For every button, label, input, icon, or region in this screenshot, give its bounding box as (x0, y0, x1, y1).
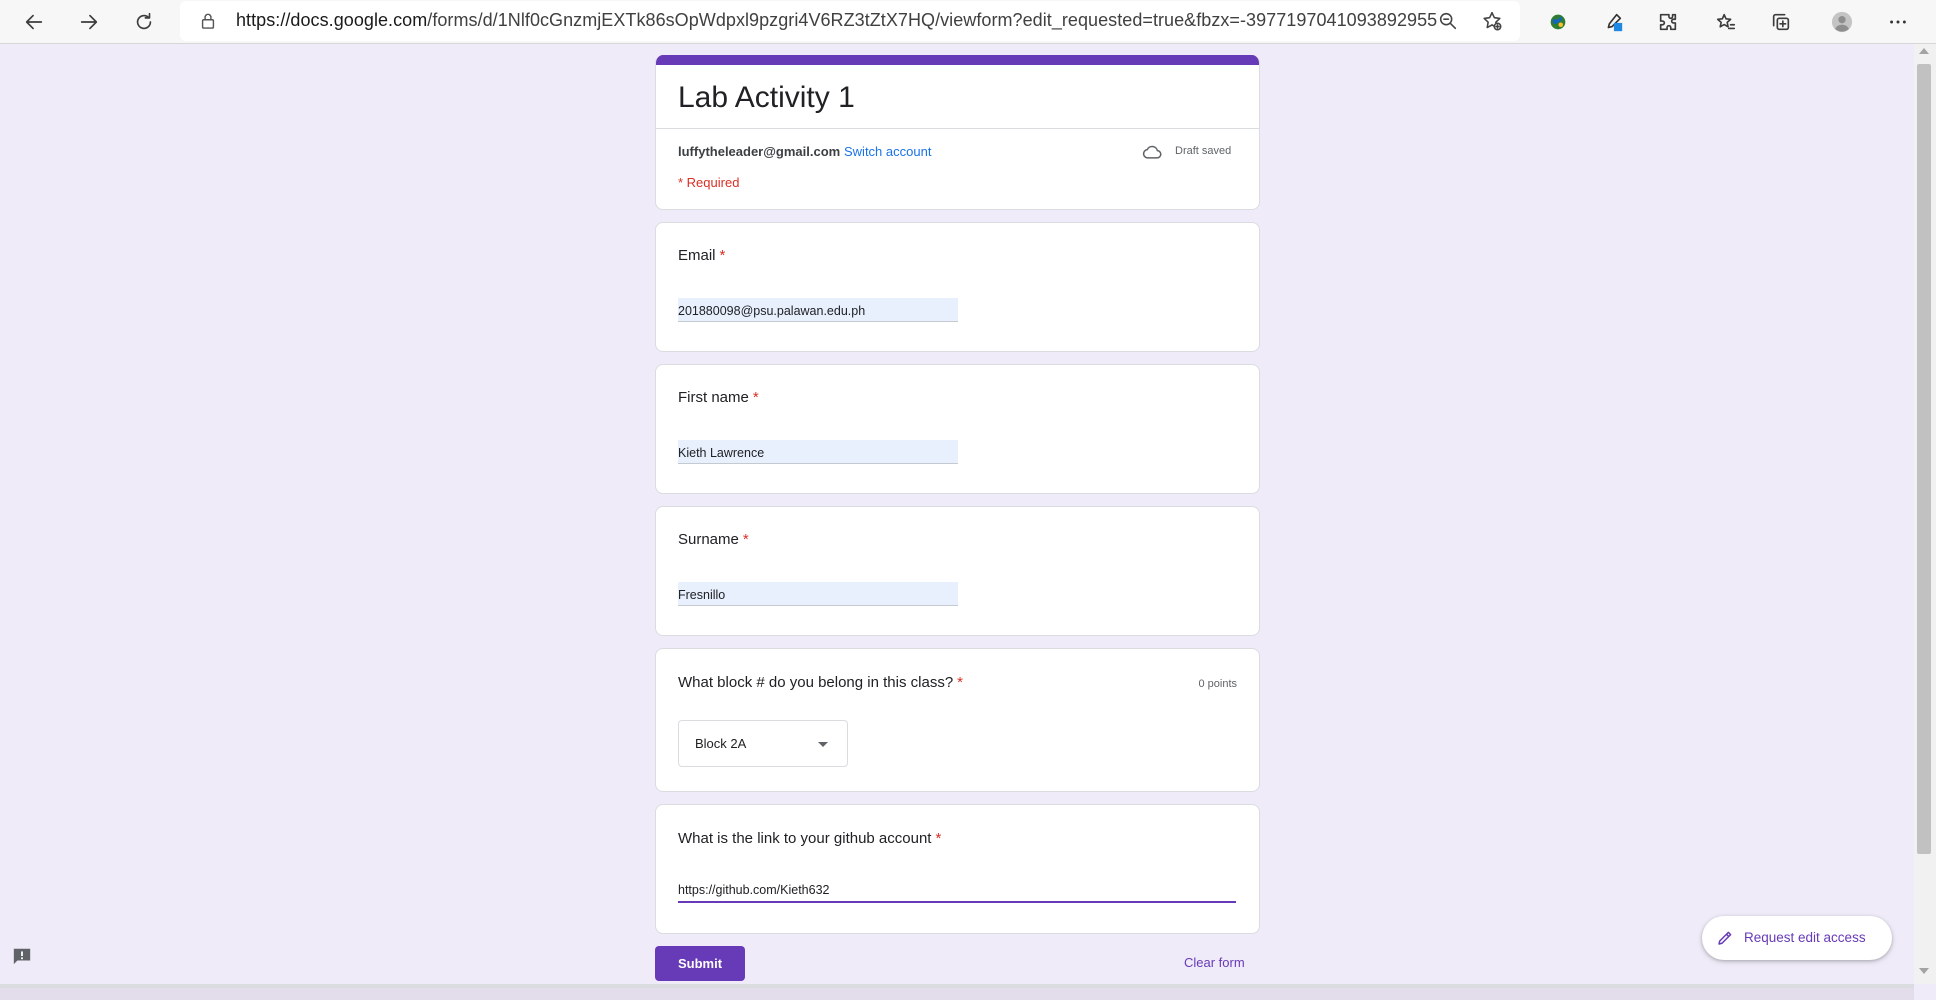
url-path: /forms/d/1Nlf0cGnzmjEXTk86sOpWdpxl9pzgri… (427, 10, 1438, 30)
zoom-out-icon[interactable] (1434, 7, 1462, 35)
extensions-icon[interactable] (1650, 4, 1686, 40)
required-asterisk: * (957, 674, 963, 691)
question-label-github: What is the link to your github account * (678, 830, 941, 847)
scroll-down-arrow[interactable] (1919, 968, 1929, 974)
first-name-field[interactable] (678, 440, 958, 464)
question-card-github: What is the link to your github account * (655, 804, 1260, 934)
scrollbar-thumb[interactable] (1917, 64, 1931, 854)
more-icon[interactable] (1880, 4, 1916, 40)
github-link-field[interactable] (678, 879, 1236, 903)
first-name-label-text: First name (678, 389, 749, 406)
surname-field[interactable] (678, 582, 958, 606)
points-label: 0 points (1198, 678, 1237, 690)
chevron-down-icon (818, 742, 828, 747)
question-label-email: Email * (678, 247, 725, 264)
browser-toolbar: https://docs.google.com/forms/d/1Nlf0cGn… (0, 0, 1936, 44)
email-label-text: Email (678, 247, 716, 264)
question-card-block: What block # do you belong in this class… (655, 648, 1260, 792)
url-text[interactable]: https://docs.google.com/forms/d/1Nlf0cGn… (236, 10, 1437, 31)
scroll-up-arrow[interactable] (1919, 48, 1929, 54)
required-asterisk: * (719, 247, 726, 264)
extension-globe-icon[interactable] (1540, 4, 1576, 40)
submit-button[interactable]: Submit (655, 946, 745, 981)
profile-icon[interactable] (1824, 4, 1860, 40)
horizontal-scrollbar[interactable] (0, 984, 1914, 1000)
block-dropdown-value: Block 2A (695, 736, 747, 751)
url-domain: https://docs.google.com (236, 10, 428, 30)
surname-label-text: Surname (678, 531, 739, 548)
required-asterisk: * (742, 531, 749, 548)
block-label-text: What block # do you belong in this class… (678, 674, 954, 691)
add-favorite-icon[interactable] (1478, 7, 1506, 35)
github-label-text: What is the link to your github account (678, 830, 932, 847)
email-field[interactable] (678, 298, 958, 322)
forward-icon[interactable] (71, 4, 107, 40)
pencil-icon (1718, 931, 1732, 945)
form-header-card: Lab Activity 1 luffytheleader@gmail.com … (655, 55, 1260, 210)
back-icon[interactable] (16, 4, 52, 40)
header-divider (656, 128, 1259, 129)
lock-icon[interactable] (198, 11, 218, 31)
header-accent-bar (656, 55, 1259, 65)
question-label-first-name: First name * (678, 389, 759, 406)
cloud-saved-icon (1142, 145, 1162, 159)
favorites-icon[interactable] (1708, 4, 1744, 40)
refresh-icon[interactable] (126, 4, 162, 40)
required-asterisk: * (935, 830, 942, 847)
required-asterisk: * (752, 389, 759, 406)
account-email: luffytheleader@gmail.com (678, 144, 841, 159)
eyedropper-icon[interactable] (1595, 4, 1631, 40)
question-card-surname: Surname * (655, 506, 1260, 636)
question-card-email: Email * (655, 222, 1260, 352)
request-edit-access-label: Request edit access (1744, 930, 1866, 945)
address-bar[interactable]: https://docs.google.com/forms/d/1Nlf0cGn… (180, 1, 1520, 41)
question-label-block: What block # do you belong in this class… (678, 674, 963, 691)
draft-status: Draft saved (1175, 145, 1232, 157)
switch-account-link[interactable]: Switch account (844, 144, 931, 159)
page-bottom-edge (0, 988, 1914, 1000)
question-label-surname: Surname * (678, 531, 749, 548)
question-card-first-name: First name * (655, 364, 1260, 494)
clear-form-button[interactable]: Clear form (1184, 955, 1245, 970)
request-edit-access-button[interactable]: Request edit access (1702, 916, 1892, 960)
block-dropdown[interactable]: Block 2A (678, 720, 848, 767)
form-title: Lab Activity 1 (678, 81, 855, 114)
collections-icon[interactable] (1763, 4, 1799, 40)
feedback-icon[interactable] (11, 946, 33, 966)
required-note: * Required (678, 175, 740, 190)
